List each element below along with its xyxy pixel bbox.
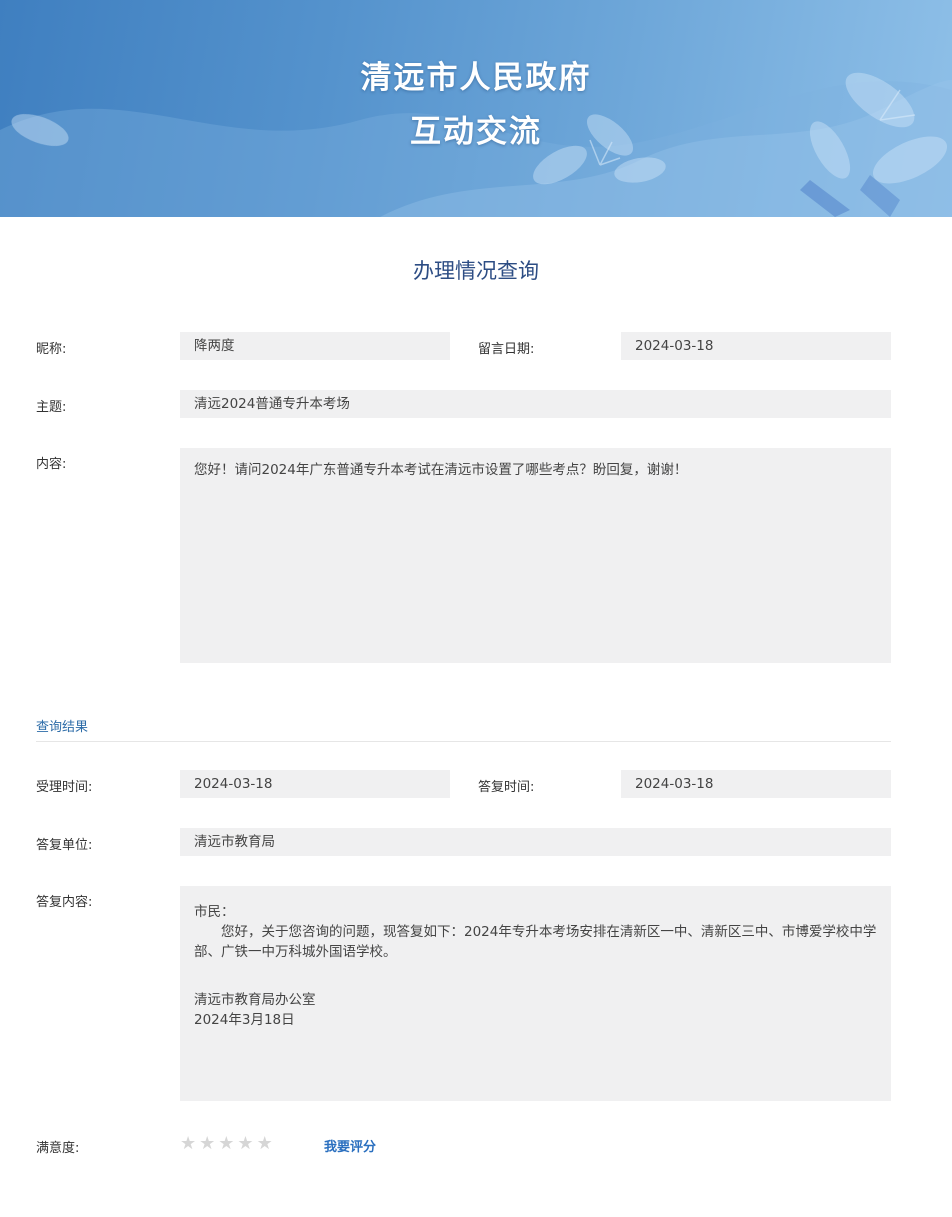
reply-blank-1: [194, 962, 877, 982]
nickname-label: 昵称:: [36, 342, 67, 357]
star-icon[interactable]: ★: [237, 1135, 253, 1153]
accept-time-label: 受理时间:: [36, 780, 93, 795]
reply-content-field: 市民： 您好，关于您咨询的问题，现答复如下：2024年专升本考场安排在清新区一中…: [180, 886, 891, 1101]
star-icon[interactable]: ★: [180, 1135, 196, 1153]
star-icon[interactable]: ★: [199, 1135, 215, 1153]
reply-greeting: 市民：: [194, 904, 235, 920]
reply-time-label: 答复时间:: [478, 780, 535, 795]
site-title: 清远市人民政府: [360, 60, 592, 96]
reply-unit-label: 答复单位:: [36, 838, 93, 853]
reply-blank-2: [194, 982, 877, 990]
nickname-field: 降两度: [180, 332, 450, 360]
message-date-label: 留言日期:: [478, 342, 535, 357]
reply-body: 您好，关于您咨询的问题，现答复如下：2024年专升本考场安排在清新区一中、清新区…: [194, 924, 877, 960]
content-label: 内容:: [36, 457, 67, 472]
site-subtitle: 互动交流: [410, 114, 542, 150]
star-icon[interactable]: ★: [218, 1135, 234, 1153]
reply-date: 2024年3月18日: [194, 1012, 295, 1028]
reply-time-field: 2024-03-18: [621, 770, 891, 798]
rate-link[interactable]: 我要评分: [324, 1136, 376, 1155]
accept-time-field: 2024-03-18: [180, 770, 450, 798]
subject-field: 清远2024普通专升本考场: [180, 390, 891, 418]
result-divider: [36, 741, 891, 742]
reply-signature: 清远市教育局办公室: [194, 992, 316, 1008]
content-field: 您好！请问2024年广东普通专升本考试在清远市设置了哪些考点？盼回复，谢谢！: [180, 448, 891, 663]
satisfaction-label: 满意度:: [36, 1141, 80, 1156]
result-heading: 查询结果: [36, 720, 89, 735]
reply-unit-field: 清远市教育局: [180, 828, 891, 856]
star-icon[interactable]: ★: [257, 1135, 273, 1153]
reply-content-label: 答复内容:: [36, 895, 93, 910]
message-date-field: 2024-03-18: [621, 332, 891, 360]
page-title: 办理情况查询: [413, 259, 539, 283]
rating-stars[interactable]: ★ ★ ★ ★ ★: [180, 1135, 273, 1153]
subject-label: 主题:: [36, 400, 67, 415]
header-banner: 清远市人民政府 互动交流: [0, 0, 952, 217]
